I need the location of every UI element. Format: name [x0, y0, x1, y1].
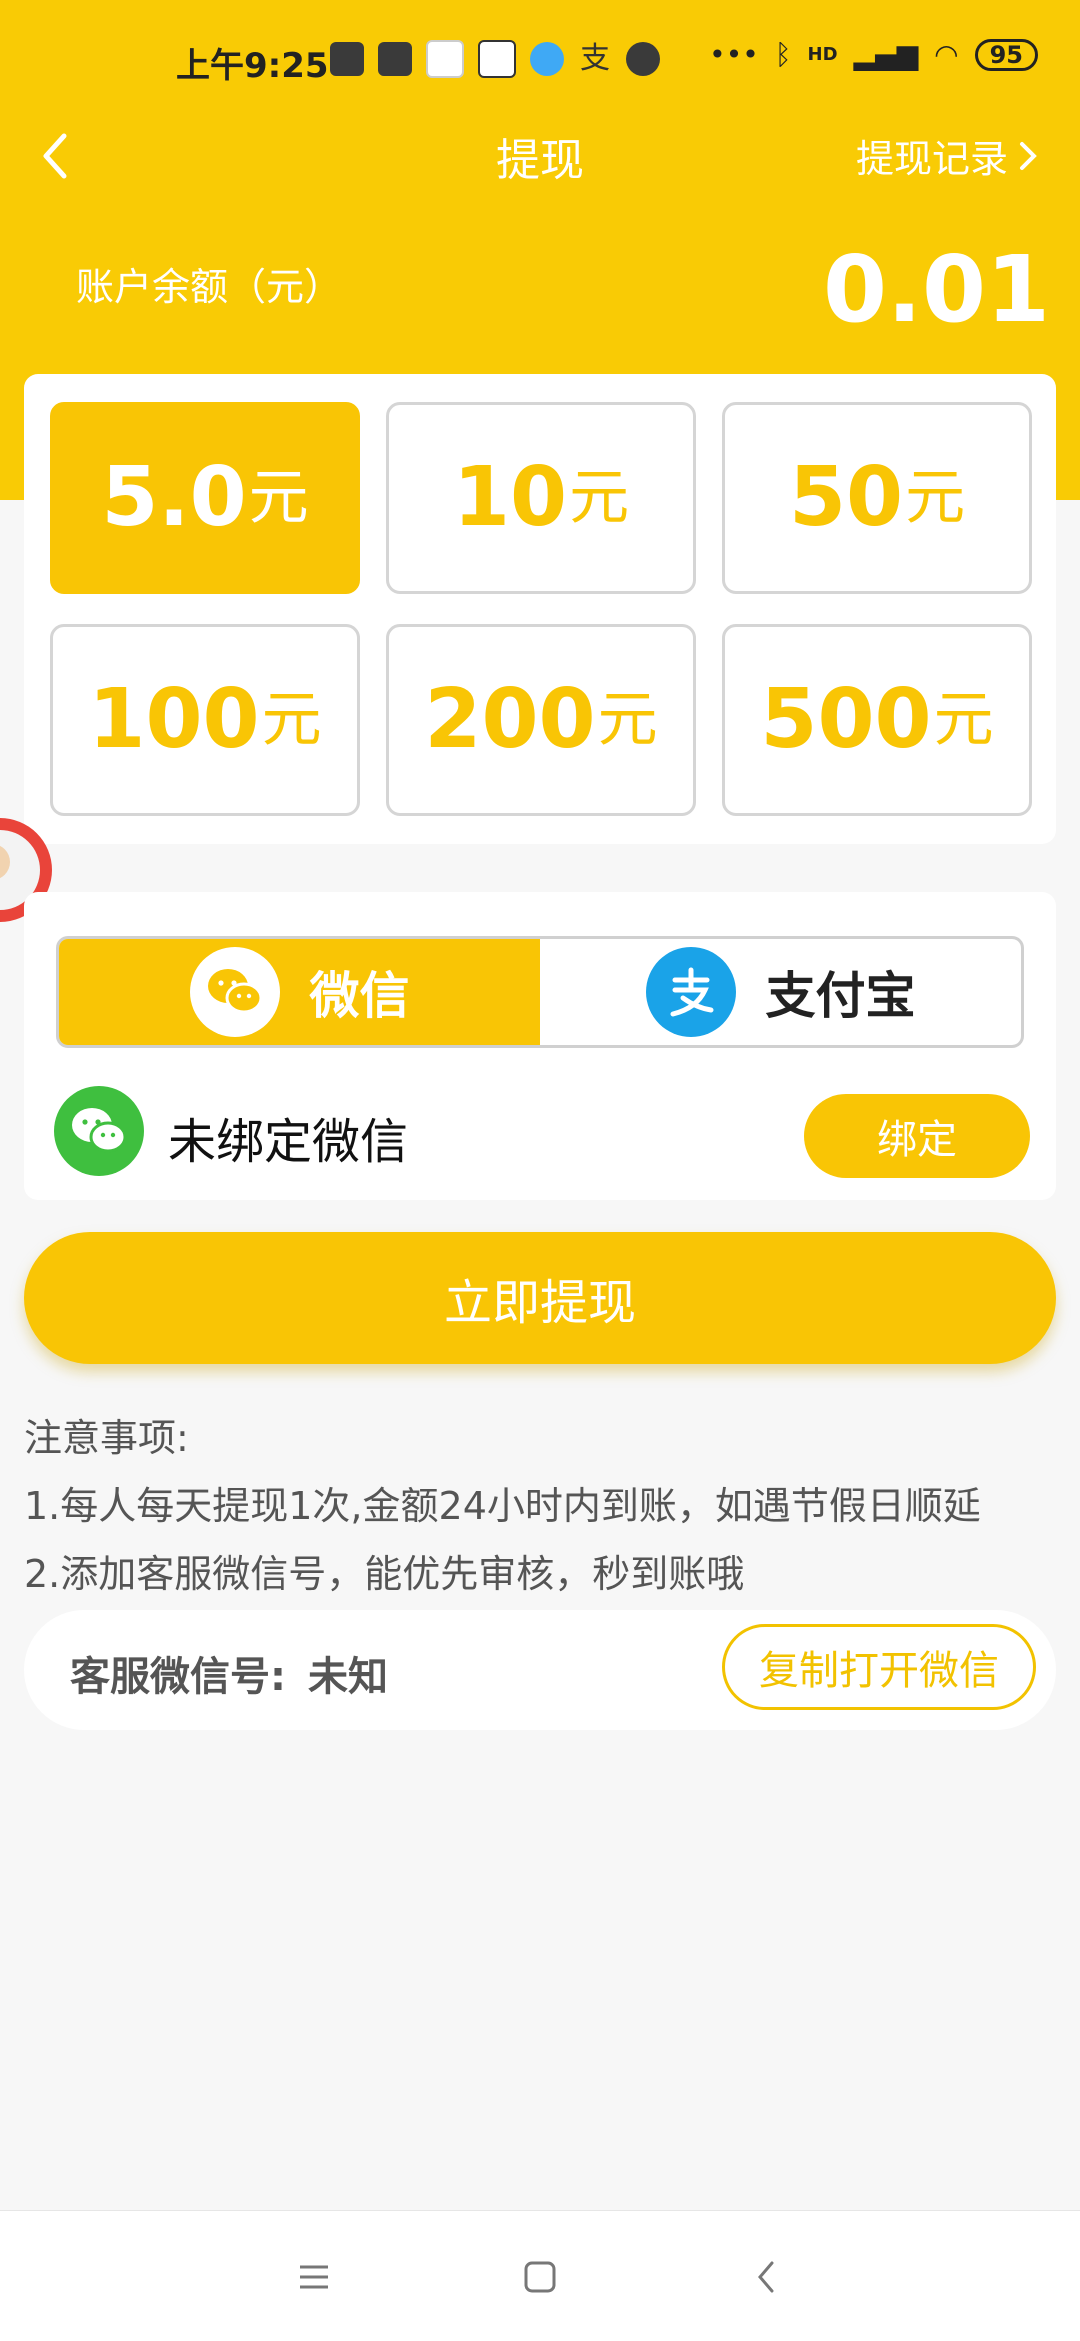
wechat-icon [189, 947, 280, 1037]
amount-card: 5.0 元 10 元 50 元 100 元 200 元 500 元 [24, 374, 1056, 844]
tab-wechat-label: 微信 [309, 967, 410, 1025]
nav-back-button[interactable] [736, 2247, 796, 2307]
notes-item: 2.添加客服微信号，能优先审核，秒到账哦 [24, 1552, 745, 1596]
amount-unit: 元 [248, 463, 309, 533]
amount-option[interactable]: 5.0 元 [50, 402, 360, 594]
play-store-icon [426, 40, 464, 78]
copy-open-wechat-button[interactable]: 复制打开微信 [722, 1624, 1036, 1710]
back-triangle-icon [758, 2261, 774, 2293]
amount-option[interactable]: 100 元 [50, 624, 360, 816]
status-bar: 上午9:25 支 ••• ᛒ HD ▂▄▆ ◠ 95 [0, 0, 1080, 120]
chevron-right-icon [1020, 141, 1037, 170]
system-nav-bar [0, 2210, 1080, 2341]
amount-value: 50 [788, 450, 904, 545]
withdraw-history-link[interactable]: 提现记录 [856, 128, 1040, 183]
amount-unit: 元 [569, 463, 630, 533]
message-icon [378, 42, 412, 76]
calendar-icon [478, 40, 516, 78]
tab-alipay-label: 支付宝 [765, 967, 916, 1025]
amount-unit: 元 [905, 463, 966, 533]
status-time: 上午9:25 [176, 46, 329, 86]
amount-value: 5.0 [101, 450, 247, 545]
alipay-notification-icon: 支 [580, 41, 610, 76]
amount-unit: 元 [597, 685, 658, 755]
check-badge-icon [626, 42, 660, 76]
amount-option[interactable]: 50 元 [722, 402, 1032, 594]
notification-icons: 支 [330, 40, 660, 78]
menu-icon [300, 2265, 328, 2289]
battery-indicator: 95 [974, 38, 1038, 71]
amount-value: 100 [88, 672, 260, 767]
amount-grid: 5.0 元 10 元 50 元 100 元 200 元 500 元 [50, 402, 1032, 816]
withdraw-now-button[interactable]: 立即提现 [24, 1232, 1056, 1364]
amount-option[interactable]: 500 元 [722, 624, 1032, 816]
payment-method-card: 微信 支付宝 未绑定微信 绑定 [24, 892, 1056, 1200]
payment-tabs: 微信 支付宝 [56, 936, 1024, 1048]
bind-row: 未绑定微信 绑定 [54, 1082, 1030, 1182]
customer-service-row: 客服微信号: 未知 复制打开微信 [24, 1610, 1056, 1730]
nav-menu-button[interactable] [284, 2247, 344, 2307]
notes-section: 注意事项: 1.每人每天提现1次,金额24小时内到账，如遇节假日顺延 2.添加客… [24, 1404, 981, 1608]
signal-icon: ▂▄▆ [853, 38, 919, 71]
alipay-icon [645, 947, 736, 1037]
amount-unit: 元 [261, 685, 322, 755]
notes-title: 注意事项: [24, 1416, 189, 1460]
service-label-text: 客服微信号: [70, 1654, 286, 1700]
bind-status: 未绑定微信 [168, 1114, 409, 1170]
service-wechat-id: 未知 [308, 1654, 388, 1700]
amount-option[interactable]: 200 元 [386, 624, 696, 816]
wifi-icon: ◠ [934, 38, 959, 71]
nav-home-button[interactable] [510, 2247, 570, 2307]
status-right: ••• ᛒ HD ▂▄▆ ◠ 95 [709, 38, 1038, 71]
amount-value: 200 [424, 672, 596, 767]
home-square-icon [524, 2261, 556, 2293]
app-icon [530, 42, 564, 76]
amount-value: 500 [760, 672, 932, 767]
amount-value: 10 [452, 450, 568, 545]
balance-label: 账户余额（元） [76, 265, 343, 309]
tab-alipay[interactable]: 支付宝 [540, 939, 1021, 1045]
bluetooth-icon: ᛒ [774, 38, 792, 71]
tab-wechat[interactable]: 微信 [59, 939, 540, 1045]
amount-option[interactable]: 10 元 [386, 402, 696, 594]
amount-unit: 元 [933, 685, 994, 755]
message-icon [330, 42, 364, 76]
bind-button[interactable]: 绑定 [804, 1094, 1030, 1178]
wechat-icon [54, 1086, 144, 1176]
notes-item: 1.每人每天提现1次,金额24小时内到账，如遇节假日顺延 [24, 1484, 981, 1528]
more-icon: ••• [709, 38, 759, 71]
balance-value: 0.01 [823, 236, 1050, 343]
history-link-label: 提现记录 [855, 137, 1008, 181]
service-label: 客服微信号: 未知 [70, 1644, 388, 1702]
signal-hd-label: HD [807, 44, 838, 65]
